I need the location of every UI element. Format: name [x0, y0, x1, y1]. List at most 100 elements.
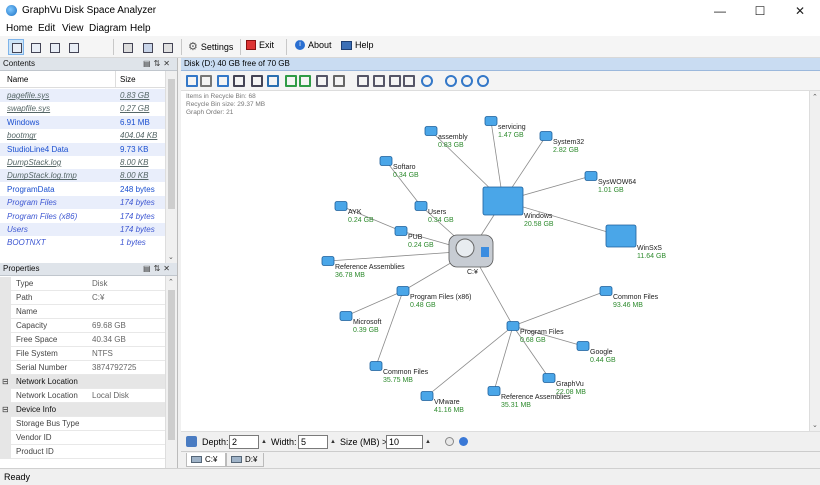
list-item[interactable]: pagefile.sys 0.83 GB: [0, 89, 166, 102]
folder-icon[interactable]: [424, 126, 438, 136]
size-spinner[interactable]: ▲: [423, 435, 433, 449]
tab-d-drive[interactable]: D:¥: [226, 453, 264, 467]
expand-icon[interactable]: [186, 75, 198, 87]
property-row[interactable]: Path C:¥: [0, 291, 166, 305]
property-category[interactable]: ⊟ Network Location: [0, 375, 166, 389]
node-name[interactable]: Common Files: [383, 369, 428, 376]
folder-icon[interactable]: [487, 386, 501, 396]
width-spinner[interactable]: ▲: [328, 435, 338, 449]
folder-icon[interactable]: [321, 256, 335, 266]
folder-icon[interactable]: [394, 226, 408, 236]
node-name[interactable]: AYK: [348, 209, 362, 216]
node-name[interactable]: PUB: [408, 234, 422, 241]
scroll-up-icon[interactable]: ⌃: [812, 93, 818, 101]
property-row[interactable]: Vendor ID: [0, 431, 166, 445]
folder-icon[interactable]: [542, 373, 556, 383]
scroll-down-icon[interactable]: ⌄: [812, 421, 818, 429]
help-button[interactable]: Help: [341, 40, 374, 50]
property-row[interactable]: Product ID: [0, 445, 166, 459]
node-name[interactable]: Google: [590, 349, 613, 356]
node-name[interactable]: servicing: [498, 124, 526, 131]
refresh-icon[interactable]: [285, 75, 297, 87]
tab-c-drive[interactable]: C:¥: [186, 453, 226, 467]
folder-icon[interactable]: [414, 201, 428, 211]
list-item[interactable]: ProgramData 248 bytes: [0, 182, 166, 196]
redraw-icon[interactable]: [477, 75, 489, 87]
about-button[interactable]: i About: [295, 40, 332, 50]
folder-icon[interactable]: [369, 361, 383, 371]
column-divider[interactable]: [115, 71, 116, 87]
network-icon[interactable]: [267, 75, 279, 87]
folder-icon[interactable]: [334, 201, 348, 211]
exit-button[interactable]: Exit: [246, 40, 274, 50]
column-size[interactable]: Size: [120, 75, 136, 84]
arrange-icon[interactable]: [389, 75, 401, 87]
save-button[interactable]: [139, 39, 155, 55]
pause-icon[interactable]: [445, 437, 454, 446]
list-item[interactable]: Program Files (x86) 174 bytes: [0, 209, 166, 223]
property-row[interactable]: Capacity 69.68 GB: [0, 319, 166, 333]
scroll-thumb[interactable]: [168, 79, 175, 209]
node-name[interactable]: Windows: [524, 213, 552, 220]
node-name[interactable]: Softaro: [393, 164, 416, 171]
view-graph-button[interactable]: [8, 39, 24, 55]
list-item[interactable]: StudioLine4 Data 9.73 KB: [0, 142, 166, 156]
center-icon[interactable]: [357, 75, 369, 87]
menu-edit[interactable]: Edit: [38, 23, 55, 34]
list-item[interactable]: BOOTNXT 1 bytes: [0, 236, 166, 250]
export-button[interactable]: [159, 39, 175, 55]
binoculars-icon[interactable]: [251, 75, 263, 87]
layout-icon[interactable]: [373, 75, 385, 87]
maximize-button[interactable]: ☐: [740, 0, 780, 22]
property-row[interactable]: Serial Number 3874792725: [0, 361, 166, 375]
node-name[interactable]: Common Files: [613, 294, 658, 301]
view-details-button[interactable]: [46, 39, 62, 55]
folder-icon[interactable]: [506, 321, 520, 331]
node-name[interactable]: C:¥: [467, 269, 478, 276]
snowflake-icon[interactable]: [421, 75, 433, 87]
play-icon[interactable]: [459, 437, 468, 446]
panel-controls[interactable]: ▤⇅✕: [143, 263, 173, 275]
scroll-thumb[interactable]: [168, 290, 175, 440]
property-row[interactable]: Storage Bus Type: [0, 417, 166, 431]
property-row[interactable]: Network Location Local Disk: [0, 389, 166, 403]
folder-icon[interactable]: [576, 341, 590, 351]
width-input[interactable]: 5: [298, 435, 328, 449]
column-name[interactable]: Name: [7, 75, 28, 84]
node-name[interactable]: GraphVu: [556, 381, 584, 388]
node-name[interactable]: Reference Assemblies: [501, 394, 571, 401]
size-input[interactable]: 10: [386, 435, 423, 449]
folder-icon[interactable]: [482, 186, 524, 216]
depth-input[interactable]: 2: [229, 435, 259, 449]
node-name[interactable]: SysWOW64: [598, 179, 636, 186]
folder-icon[interactable]: [339, 311, 353, 321]
list-item[interactable]: Users 174 bytes: [0, 223, 166, 236]
list-item[interactable]: swapfile.sys 0.27 GB: [0, 102, 166, 116]
folder-icon[interactable]: [584, 171, 598, 181]
close-button[interactable]: ✕: [780, 0, 820, 22]
list-item[interactable]: Windows 6.91 MB: [0, 115, 166, 129]
node-name[interactable]: Reference Assemblies: [335, 264, 405, 271]
property-row[interactable]: Type Disk: [0, 277, 166, 291]
view-list-button[interactable]: [27, 39, 43, 55]
node-name[interactable]: Program Files (x86): [410, 294, 471, 301]
depth-spinner[interactable]: ▲: [259, 435, 269, 449]
menu-view[interactable]: View: [62, 23, 84, 34]
node-name[interactable]: Microsoft: [353, 319, 381, 326]
node-name[interactable]: VMware: [434, 399, 460, 406]
zoom-icon[interactable]: [233, 75, 245, 87]
node-name[interactable]: WinSxS: [637, 245, 662, 252]
properties-scrollbar[interactable]: ⌃: [165, 276, 177, 468]
property-category[interactable]: ⊟ Device Info: [0, 403, 166, 417]
view-panel-button[interactable]: [65, 39, 81, 55]
property-row[interactable]: Free Space 40.34 GB: [0, 333, 166, 347]
node-name[interactable]: Users: [428, 209, 446, 216]
minimize-button[interactable]: —: [700, 0, 740, 22]
contents-scrollbar[interactable]: ⌄: [165, 71, 177, 263]
list-item[interactable]: DumpStack.log 8.00 KB: [0, 156, 166, 169]
tree-icon[interactable]: [217, 75, 229, 87]
folder-icon[interactable]: [396, 286, 410, 296]
node-name[interactable]: assembly: [438, 134, 468, 141]
zoom-area-icon[interactable]: [403, 75, 415, 87]
property-row[interactable]: File System NTFS: [0, 347, 166, 361]
